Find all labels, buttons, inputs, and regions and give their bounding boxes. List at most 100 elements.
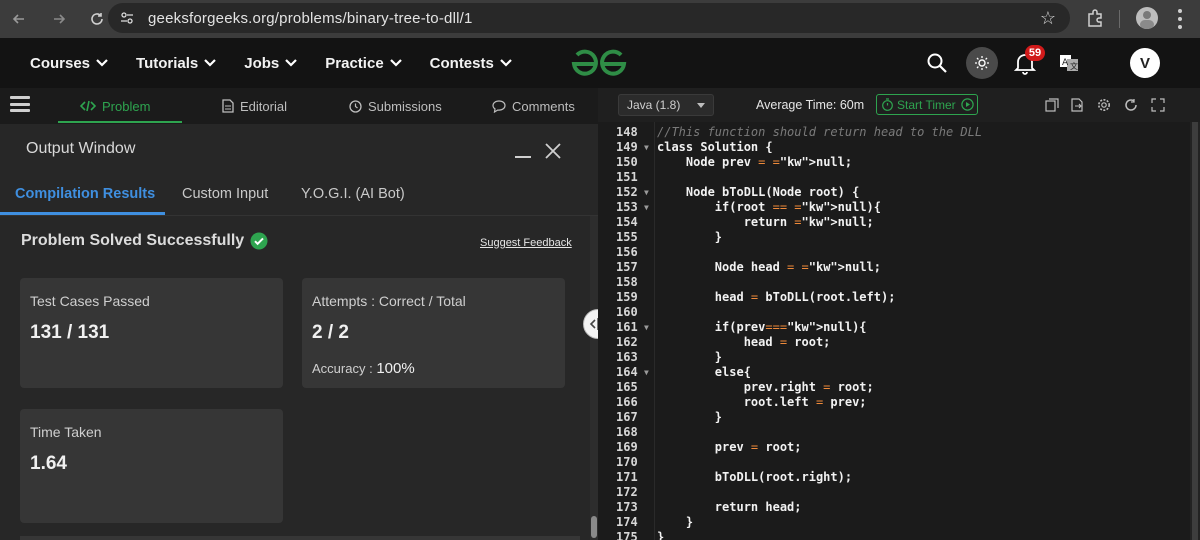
menu-practice[interactable]: Practice [325, 55, 402, 72]
tab-editorial[interactable]: Editorial [222, 88, 287, 124]
menu-label: Contests [429, 54, 494, 72]
code-line[interactable]: 152 ▼ Node bToDLL(Node root) { [598, 185, 1190, 200]
reload-button[interactable] [86, 8, 108, 30]
copy-icon[interactable] [1045, 98, 1059, 112]
code-line[interactable]: 160 [598, 305, 1190, 320]
code-line[interactable]: 157 Node head = ="kw">null; [598, 260, 1190, 275]
attempts-card: Attempts : Correct / Total 2 / 2 Accurac… [302, 278, 565, 388]
fold-arrow-icon[interactable]: ▼ [644, 200, 649, 215]
code-line[interactable]: 173 return head; [598, 500, 1190, 515]
line-number: 151 [616, 170, 638, 184]
bookmark-star-icon[interactable]: ☆ [1040, 8, 1056, 29]
code-text: head = root; [657, 335, 831, 349]
code-line[interactable]: 172 [598, 485, 1190, 500]
translate-icon[interactable]: A文 [1059, 53, 1079, 73]
back-button[interactable] [8, 8, 30, 30]
code-line[interactable]: 148 //This function should return head to… [598, 125, 1190, 140]
status-message: Problem Solved Successfully [21, 232, 268, 250]
code-line[interactable]: 170 [598, 455, 1190, 470]
code-line[interactable]: 159 head = bToDLL(root.left); [598, 290, 1190, 305]
hamburger-menu-icon[interactable] [10, 96, 30, 112]
code-area[interactable]: 148 //This function should return head to… [598, 122, 1200, 540]
code-line[interactable]: 156 [598, 245, 1190, 260]
code-line[interactable]: 164 ▼ else{ [598, 365, 1190, 380]
tab-label: Submissions [368, 98, 442, 114]
suggest-feedback-link[interactable]: Suggest Feedback [480, 237, 572, 249]
user-avatar[interactable]: V [1130, 48, 1160, 78]
line-number: 174 [616, 515, 638, 529]
tab-submissions[interactable]: Submissions [349, 88, 442, 124]
scrollbar-thumb[interactable] [591, 516, 597, 538]
line-number: 160 [616, 305, 638, 319]
address-bar[interactable]: geeksforgeeks.org/problems/binary-tree-t… [108, 3, 1070, 33]
fold-arrow-icon[interactable]: ▼ [644, 185, 649, 200]
code-line[interactable]: 149 ▼ class Solution { [598, 140, 1190, 155]
browser-menu-icon[interactable] [1178, 9, 1182, 29]
code-line[interactable]: 171 bToDLL(root.right); [598, 470, 1190, 485]
test-cases-card: Test Cases Passed 131 / 131 [20, 278, 283, 388]
code-line[interactable]: 151 [598, 170, 1190, 185]
theme-toggle-button[interactable] [966, 47, 998, 79]
scrollbar-thumb[interactable] [1192, 122, 1198, 540]
output-window-header: Output Window [0, 124, 598, 174]
compilation-results-panel: Problem Solved Successfully Suggest Feed… [0, 216, 590, 540]
editor-scrollbar[interactable] [1190, 122, 1200, 540]
minimize-icon[interactable] [515, 156, 531, 158]
code-text: root.left = prev; [657, 395, 867, 409]
code-text: head = bToDLL(root.left); [657, 290, 896, 304]
extensions-icon[interactable] [1085, 8, 1105, 28]
fullscreen-icon[interactable] [1151, 98, 1165, 112]
code-line[interactable]: 161 ▼ if(prev==="kw">null){ [598, 320, 1190, 335]
gfg-logo-icon[interactable] [568, 48, 630, 78]
export-file-icon[interactable] [1070, 98, 1084, 112]
language-select[interactable]: Java (1.8) [618, 94, 714, 116]
fold-arrow-icon[interactable]: ▼ [644, 140, 649, 155]
menu-jobs[interactable]: Jobs [244, 55, 298, 72]
line-number: 161 [616, 320, 638, 334]
code-line[interactable]: 153 ▼ if(root == ="kw">null){ [598, 200, 1190, 215]
code-line[interactable]: 166 root.left = prev; [598, 395, 1190, 410]
forward-button[interactable] [48, 8, 70, 30]
tab-label: Comments [512, 98, 575, 114]
menu-courses[interactable]: Courses [30, 55, 108, 72]
tab-compilation-results[interactable]: Compilation Results [15, 186, 155, 202]
svg-text:文: 文 [1070, 61, 1078, 71]
problem-panel: Problem Editorial Submissions Comments O… [0, 88, 598, 540]
close-icon[interactable] [544, 142, 562, 160]
tab-yogi-ai-bot[interactable]: Y.O.G.I. (AI Bot) [301, 186, 405, 202]
code-line[interactable]: 175} [598, 530, 1190, 540]
start-timer-button[interactable]: Start Timer [876, 94, 978, 115]
browser-profile-avatar[interactable] [1136, 7, 1158, 29]
menu-contests[interactable]: Contests [430, 55, 512, 72]
code-line[interactable]: 154 return ="kw">null; [598, 215, 1190, 230]
output-scrollbar[interactable] [590, 216, 598, 540]
code-text: } [657, 530, 665, 540]
site-info-icon[interactable] [118, 9, 136, 27]
line-number: 162 [616, 335, 638, 349]
timer-label: Start Timer [897, 97, 956, 112]
settings-gear-icon[interactable] [1097, 98, 1111, 112]
code-line[interactable]: 174 } [598, 515, 1190, 530]
code-line[interactable]: 165 prev.right = root; [598, 380, 1190, 395]
fold-arrow-icon[interactable]: ▼ [644, 365, 649, 380]
tab-problem[interactable]: Problem [80, 88, 150, 124]
tab-custom-input[interactable]: Custom Input [182, 186, 268, 202]
reset-icon[interactable] [1124, 98, 1138, 112]
code-text: prev.right = root; [657, 380, 874, 394]
code-line[interactable]: 168 [598, 425, 1190, 440]
line-number: 152 [616, 185, 638, 199]
code-line[interactable]: 162 head = root; [598, 335, 1190, 350]
line-number: 167 [616, 410, 638, 424]
code-text: bToDLL(root.right); [657, 470, 853, 484]
tab-comments[interactable]: Comments [492, 88, 575, 124]
code-line[interactable]: 167 } [598, 410, 1190, 425]
code-line[interactable]: 169 prev = root; [598, 440, 1190, 455]
search-icon[interactable] [926, 52, 948, 74]
chevron-down-icon [285, 59, 298, 67]
code-line[interactable]: 158 [598, 275, 1190, 290]
code-line[interactable]: 155 } [598, 230, 1190, 245]
menu-tutorials[interactable]: Tutorials [136, 55, 217, 72]
code-line[interactable]: 150 Node prev = ="kw">null; [598, 155, 1190, 170]
code-line[interactable]: 163 } [598, 350, 1190, 365]
fold-arrow-icon[interactable]: ▼ [644, 320, 649, 335]
